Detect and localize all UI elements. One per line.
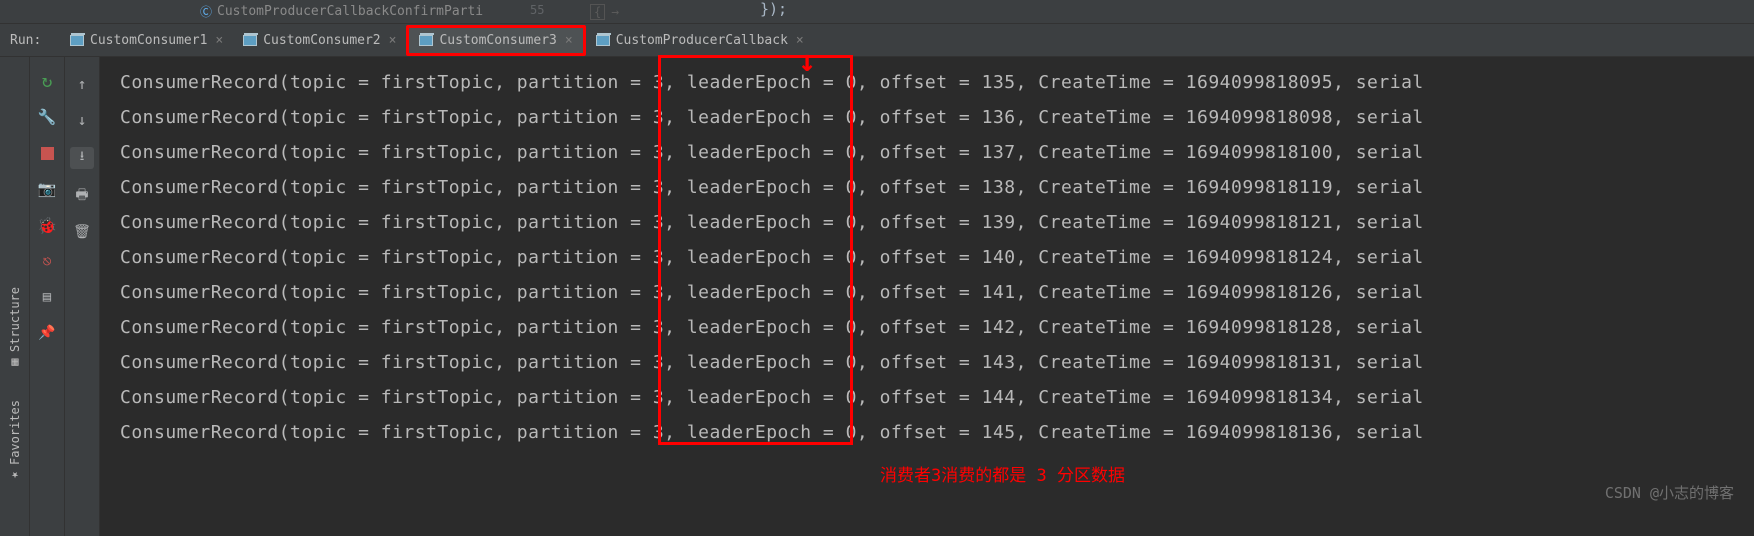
console-line: ConsumerRecord(topic = firstTopic, parti… [120,275,1754,310]
console-line: ConsumerRecord(topic = firstTopic, parti… [120,100,1754,135]
left-tool-sidebar: ▦ Structure ★ Favorites [0,57,30,536]
rerun-icon[interactable]: ↻ [38,72,56,90]
console-line: ConsumerRecord(topic = firstTopic, parti… [120,345,1754,380]
arrow-up-icon[interactable]: ↑ [73,75,91,93]
run-toolbar-primary: ↻ 🔧 📷 🐞 ⎋ ▤ 📌 [30,57,65,536]
console-output[interactable]: ConsumerRecord(topic = firstTopic, parti… [100,57,1754,536]
exit-icon[interactable]: ⎋ [38,252,56,270]
arrow-icon: → [611,5,619,20]
console-line: ConsumerRecord(topic = firstTopic, parti… [120,65,1754,100]
bug-icon[interactable]: 🐞 [38,216,56,234]
arrow-down-icon[interactable]: ↓ [73,111,91,129]
stop-button[interactable] [38,144,56,162]
close-icon[interactable]: × [215,33,223,48]
file-name: CustomProducerCallbackConfirmParti [217,4,483,19]
print-icon[interactable]: 🖶 [73,187,91,205]
scroll-to-end-icon[interactable]: ⭳ [70,147,94,169]
run-config-icon [596,35,610,46]
run-config-icon [243,35,257,46]
structure-icon: ▦ [8,356,22,370]
tab-label: CustomProducerCallback [616,33,788,48]
line-number: 55 [530,3,544,17]
code-snippet-paren: }); [760,0,787,18]
wrench-icon[interactable]: 🔧 [38,108,56,126]
console-line: ConsumerRecord(topic = firstTopic, parti… [120,415,1754,450]
structure-tool-button[interactable]: ▦ Structure [8,287,22,370]
star-icon: ★ [8,469,22,483]
editor-file-tab-bar: Ⓒ CustomProducerCallbackConfirmParti [0,0,1754,24]
tab-customproducercallback[interactable]: CustomProducerCallback × [586,25,814,56]
trash-icon[interactable]: 🗑 [73,223,91,241]
brace-icon: { [590,4,605,20]
run-toolbar-secondary: ↑ ↓ ⭳ 🖶 🗑 [65,57,100,536]
console-line: ConsumerRecord(topic = firstTopic, parti… [120,240,1754,275]
run-config-icon [70,35,84,46]
tab-customconsumer1[interactable]: CustomConsumer1 × [60,25,233,56]
class-icon: Ⓒ [200,3,212,20]
stop-icon [41,147,54,160]
tab-label: CustomConsumer3 [439,33,556,48]
close-icon[interactable]: × [389,33,397,48]
run-tab-bar: Run: CustomConsumer1 × CustomConsumer2 ×… [0,24,1754,57]
tab-customconsumer3[interactable]: CustomConsumer3 × [406,25,585,56]
console-line: ConsumerRecord(topic = firstTopic, parti… [120,205,1754,240]
code-snippet: { → [590,4,619,20]
console-line: ConsumerRecord(topic = firstTopic, parti… [120,170,1754,205]
tab-customconsumer2[interactable]: CustomConsumer2 × [233,25,406,56]
camera-icon[interactable]: 📷 [38,180,56,198]
close-icon[interactable]: × [565,33,573,48]
run-label: Run: [0,33,60,48]
tab-label: CustomConsumer1 [90,33,207,48]
close-icon[interactable]: × [796,33,804,48]
console-line: ConsumerRecord(topic = firstTopic, parti… [120,310,1754,345]
pin-icon[interactable]: 📌 [38,324,56,342]
layout-icon[interactable]: ▤ [38,288,56,306]
run-config-icon [419,35,433,46]
console-line: ConsumerRecord(topic = firstTopic, parti… [120,380,1754,415]
console-line: ConsumerRecord(topic = firstTopic, parti… [120,135,1754,170]
favorites-tool-button[interactable]: ★ Favorites [8,400,22,483]
tab-label: CustomConsumer2 [263,33,380,48]
